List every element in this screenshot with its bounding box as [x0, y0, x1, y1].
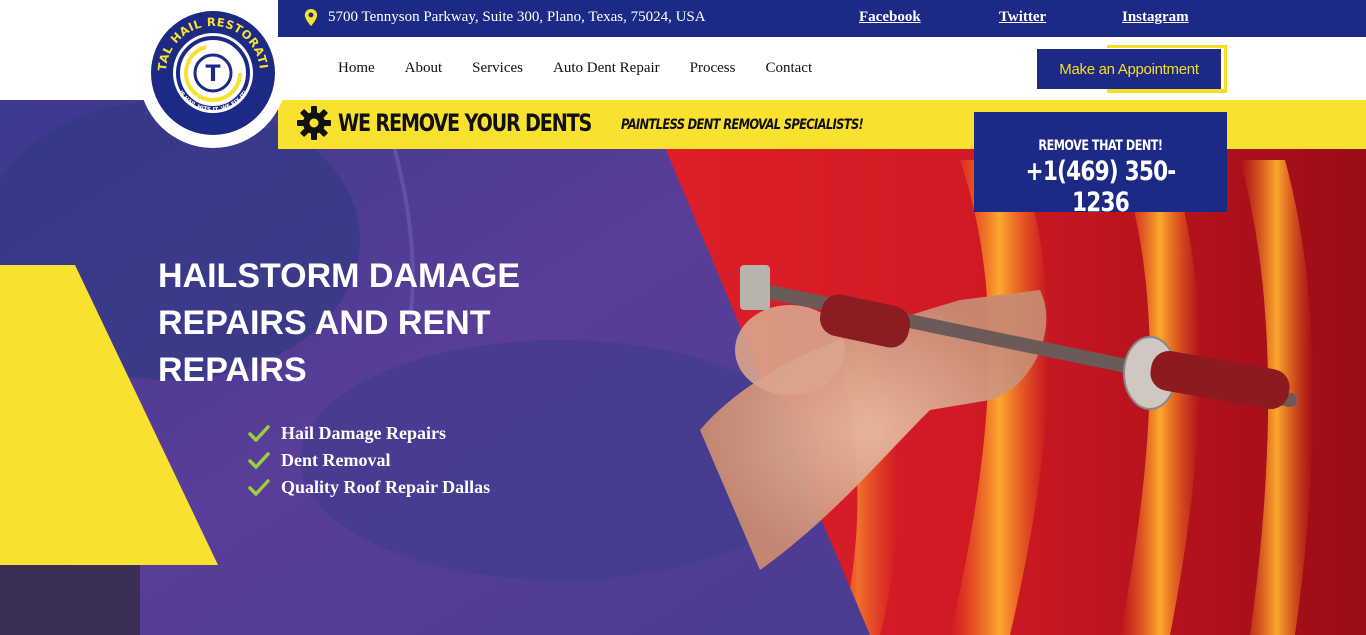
slogan: WE REMOVE YOUR DENTS [296, 105, 654, 141]
twitter-link[interactable]: Twitter [999, 9, 1046, 26]
slogan-title: WE REMOVE YOUR DENTS [338, 109, 592, 137]
nav-services[interactable]: Services [472, 60, 523, 77]
check-icon [248, 478, 270, 496]
bullet-label: Hail Damage Repairs [281, 423, 446, 443]
hero-headline-line-2: REPAIRS AND RENT [158, 304, 491, 342]
nav-process[interactable]: Process [690, 60, 736, 77]
bullet-label: Quality Roof Repair Dallas [281, 477, 491, 497]
phone-label: REMOVE THAT DENT! [1038, 138, 1163, 154]
location-pin-icon [304, 9, 318, 26]
brand-logo[interactable]: T TOTAL HAIL RESTORATION IF HAIL HITS IT… [150, 10, 276, 136]
slogan-subtitle: PAINTLESS DENT REMOVAL SPECIALISTS! [621, 117, 864, 133]
list-item: Quality Roof Repair Dallas [248, 474, 490, 501]
nav-auto-dent-repair[interactable]: Auto Dent Repair [553, 60, 660, 77]
list-item: Hail Damage Repairs [248, 420, 490, 447]
hero-headline: HAILSTORM DAMAGE REPAIRS AND RENT REPAIR… [158, 253, 598, 394]
top-info-bar: 5700 Tennyson Parkway, Suite 300, Plano,… [278, 0, 1366, 37]
service-bullets: Hail Damage Repairs Dent Removal Quality… [248, 420, 490, 501]
address: 5700 Tennyson Parkway, Suite 300, Plano,… [304, 9, 706, 26]
make-appointment-button[interactable]: Make an Appointment [1037, 49, 1221, 89]
gear-icon [297, 106, 331, 140]
main-nav: Home About Services Auto Dent Repair Pro… [338, 60, 842, 77]
check-icon [248, 451, 270, 469]
bullet-label: Dent Removal [281, 450, 391, 470]
appointment-cta: Make an Appointment [1037, 45, 1227, 93]
logo-monogram: T [205, 62, 220, 87]
nav-home[interactable]: Home [338, 60, 375, 77]
address-text: 5700 Tennyson Parkway, Suite 300, Plano,… [328, 9, 706, 25]
list-item: Dent Removal [248, 447, 490, 474]
nav-contact[interactable]: Contact [765, 60, 812, 77]
instagram-link[interactable]: Instagram [1122, 9, 1189, 26]
facebook-link[interactable]: Facebook [859, 9, 921, 26]
phone-callout: REMOVE THAT DENT! +1(469) 350-1236 [974, 112, 1227, 218]
check-icon [248, 424, 270, 442]
nav-about[interactable]: About [405, 60, 443, 77]
phone-number[interactable]: +1(469) 350-1236 [999, 156, 1201, 218]
hero-headline-line-1: HAILSTORM DAMAGE [158, 257, 521, 295]
hero-headline-line-3: REPAIRS [158, 351, 307, 389]
